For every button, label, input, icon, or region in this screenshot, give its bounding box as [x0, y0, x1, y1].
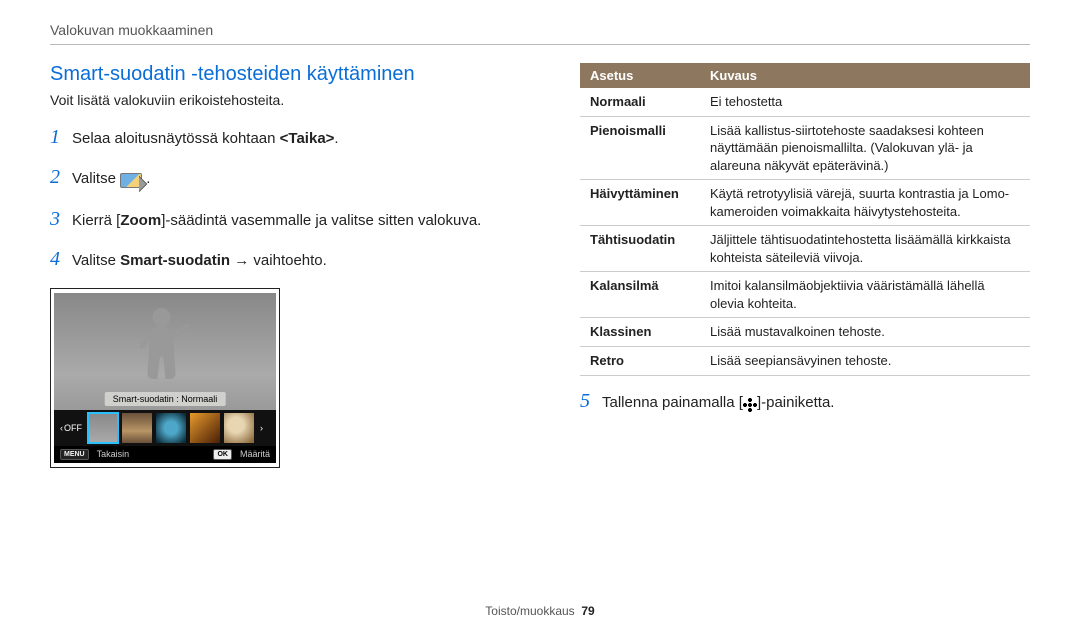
table-header-setting: Asetus	[580, 63, 700, 88]
filter-filmstrip: ‹ OFF ›	[54, 410, 276, 446]
left-column: Smart-suodatin -tehosteiden käyttäminen …	[50, 63, 540, 468]
option-description: Lisää mustavalkoinen tehoste.	[700, 318, 1030, 347]
option-name: Normaali	[580, 88, 700, 116]
lcd-filter-label: Smart-suodatin : Normaali	[105, 392, 226, 406]
step-text: .	[334, 130, 338, 147]
option-name: Retro	[580, 347, 700, 376]
filter-thumbnail-vignette	[156, 413, 186, 443]
step-number: 5	[580, 390, 602, 413]
options-table: Asetus Kuvaus NormaaliEi tehostettaPieno…	[580, 63, 1030, 376]
filter-thumbnail-fisheye	[224, 413, 254, 443]
filter-thumbnail-cross	[190, 413, 220, 443]
section-heading: Smart-suodatin -tehosteiden käyttäminen	[50, 63, 540, 86]
table-row: HäivyttäminenKäytä retrotyylisiä värejä,…	[580, 180, 1030, 226]
option-name: Pienoismalli	[580, 116, 700, 180]
confirm-label: Määritä	[240, 449, 270, 459]
person-silhouette-icon	[127, 303, 197, 388]
step-text: ]-painiketta.	[757, 394, 835, 411]
option-description: Ei tehostetta	[700, 88, 1030, 116]
option-description: Lisää kallistus-siirtotehoste saadaksesi…	[700, 116, 1030, 180]
chevron-left-icon: ‹	[60, 423, 63, 433]
step-3: 3 Kierrä [Zoom]-säädintä vasemmalle ja v…	[50, 204, 540, 234]
step-2: 2 Valitse .	[50, 162, 540, 194]
step-text: Valitse	[72, 252, 120, 269]
step-text: Valitse	[72, 170, 120, 187]
option-description: Jäljittele tähtisuodatintehostetta lisää…	[700, 226, 1030, 272]
step-number: 1	[50, 122, 72, 152]
step-4: 4 Valitse Smart-suodatin → vaihtoehto.	[50, 244, 540, 274]
table-row: NormaaliEi tehostetta	[580, 88, 1030, 116]
step-text: → vaihtoehto.	[230, 252, 327, 269]
ok-key-icon: OK	[213, 449, 232, 460]
filter-thumbnail-miniature	[122, 413, 152, 443]
off-label: OFF	[64, 423, 82, 433]
breadcrumb: Valokuvan muokkaaminen	[50, 22, 1030, 45]
option-name: Klassinen	[580, 318, 700, 347]
chevron-right-icon: ›	[260, 423, 263, 433]
step-number: 3	[50, 204, 72, 234]
step-strong: Smart-suodatin	[120, 252, 230, 269]
step-1: 1 Selaa aloitusnäytössä kohtaan <Taika>.	[50, 122, 540, 152]
page-footer: Toisto/muokkaus 79	[0, 604, 1080, 618]
option-description: Imitoi kalansilmäobjektiivia vääristämäl…	[700, 272, 1030, 318]
option-name: Tähtisuodatin	[580, 226, 700, 272]
macro-flower-icon	[743, 397, 757, 414]
step-text: Kierrä [	[72, 212, 120, 229]
right-column: Asetus Kuvaus NormaaliEi tehostettaPieno…	[580, 63, 1030, 468]
back-label: Takaisin	[97, 449, 130, 459]
step-text: ]-säädintä vasemmalle ja valitse sitten …	[161, 212, 481, 229]
table-row: TähtisuodatinJäljittele tähtisuodatinteh…	[580, 226, 1030, 272]
filter-thumbnail-normal	[88, 413, 118, 443]
table-row: KlassinenLisää mustavalkoinen tehoste.	[580, 318, 1030, 347]
lcd-preview: Smart-suodatin : Normaali	[54, 293, 276, 410]
table-row: KalansilmäImitoi kalansilmäobjektiivia v…	[580, 272, 1030, 318]
table-row: RetroLisää seepiansävyinen tehoste.	[580, 347, 1030, 376]
step-number: 2	[50, 162, 72, 192]
lcd-footer: MENU Takaisin OK Määritä	[54, 446, 276, 463]
edit-photo-icon	[120, 171, 142, 194]
step-text: Selaa aloitusnäytössä kohtaan	[72, 130, 280, 147]
step-5: 5 Tallenna painamalla [ ]-painiketta.	[580, 390, 1030, 414]
menu-key-icon: MENU	[60, 449, 89, 460]
option-name: Kalansilmä	[580, 272, 700, 318]
step-text: Tallenna painamalla [	[602, 394, 743, 411]
camera-lcd-screenshot: Smart-suodatin : Normaali ‹ OFF	[50, 288, 280, 468]
filmstrip-nav-right: ›	[258, 423, 265, 433]
filmstrip-nav-left: ‹ OFF	[58, 423, 84, 433]
step-strong: Zoom	[120, 212, 161, 229]
step-strong: <Taika>	[280, 130, 335, 147]
option-description: Käytä retrotyylisiä värejä, suurta kontr…	[700, 180, 1030, 226]
option-name: Häivyttäminen	[580, 180, 700, 226]
table-header-description: Kuvaus	[700, 63, 1030, 88]
table-row: PienoismalliLisää kallistus-siirtotehost…	[580, 116, 1030, 180]
option-description: Lisää seepiansävyinen tehoste.	[700, 347, 1030, 376]
section-subtitle: Voit lisätä valokuviin erikoistehosteita…	[50, 92, 540, 108]
step-number: 4	[50, 244, 72, 274]
